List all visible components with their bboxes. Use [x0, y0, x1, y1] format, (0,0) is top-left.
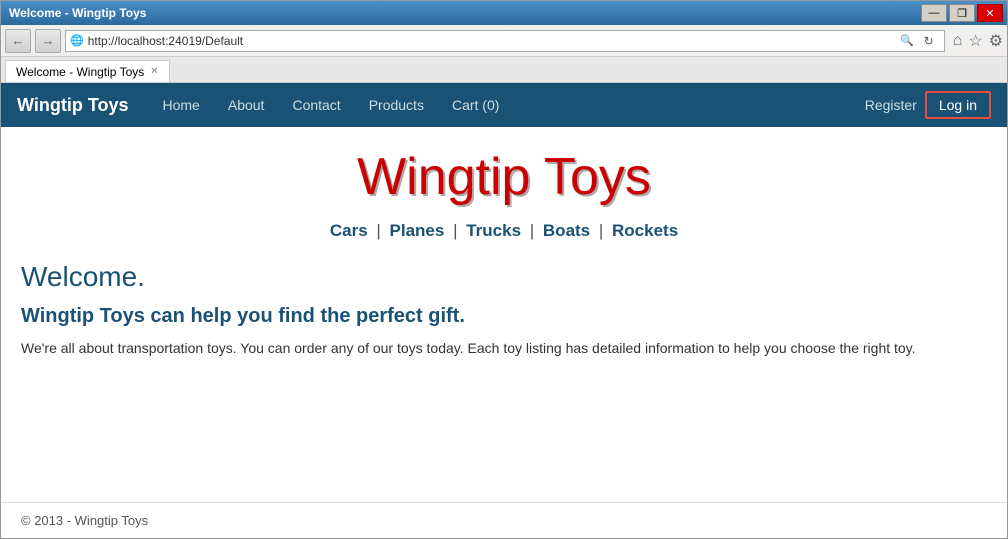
- cat-trucks[interactable]: Trucks: [466, 221, 521, 240]
- nav-about[interactable]: About: [214, 97, 279, 113]
- cat-cars[interactable]: Cars: [330, 221, 368, 240]
- nav-right: Register Log in: [865, 91, 991, 119]
- restore-button[interactable]: ❐: [949, 4, 975, 22]
- browser-window: Welcome - Wingtip Toys — ❐ ✕ ← → 🌐 http:…: [0, 0, 1008, 539]
- footer-text: © 2013 - Wingtip Toys: [21, 513, 148, 528]
- settings-icon[interactable]: ⚙: [989, 31, 1003, 51]
- browser-content: Wingtip Toys Home About Contact Products…: [1, 83, 1007, 538]
- cat-rockets[interactable]: Rockets: [612, 221, 678, 240]
- browser-toolbar: ← → 🌐 http://localhost:24019/Default 🔍 ↻…: [1, 25, 1007, 57]
- back-button[interactable]: ←: [5, 29, 31, 53]
- nav-links: Home About Contact Products Cart (0): [149, 97, 865, 113]
- cat-boats[interactable]: Boats: [543, 221, 590, 240]
- sep-4: |: [594, 221, 603, 240]
- window-title: Welcome - Wingtip Toys: [9, 6, 146, 20]
- login-button[interactable]: Log in: [925, 91, 991, 119]
- search-icon: 🔍: [900, 34, 914, 47]
- cat-planes[interactable]: Planes: [390, 221, 445, 240]
- site-footer: © 2013 - Wingtip Toys: [1, 502, 1007, 538]
- page-icon: 🌐: [70, 34, 84, 47]
- tab-title: Welcome - Wingtip Toys: [16, 65, 144, 79]
- tab-close-icon[interactable]: ✕: [150, 66, 158, 77]
- site-navbar: Wingtip Toys Home About Contact Products…: [1, 83, 1007, 127]
- browser-icon-group: ⌂ ☆ ⚙: [953, 31, 1003, 51]
- welcome-heading: Welcome.: [21, 261, 987, 293]
- register-link[interactable]: Register: [865, 97, 917, 113]
- site-main: Wingtip Toys Cars | Planes | Trucks | Bo…: [1, 127, 1007, 502]
- sep-1: |: [372, 221, 381, 240]
- forward-button[interactable]: →: [35, 29, 61, 53]
- sep-2: |: [448, 221, 457, 240]
- nav-products[interactable]: Products: [355, 97, 438, 113]
- home-icon[interactable]: ⌂: [953, 32, 963, 50]
- refresh-button[interactable]: ↻: [918, 30, 940, 52]
- welcome-body: We're all about transportation toys. You…: [21, 338, 921, 359]
- window-controls: — ❐ ✕: [921, 4, 1003, 22]
- address-bar[interactable]: 🌐 http://localhost:24019/Default 🔍 ↻: [65, 30, 945, 52]
- nav-contact[interactable]: Contact: [278, 97, 354, 113]
- active-tab[interactable]: Welcome - Wingtip Toys ✕: [5, 60, 170, 82]
- nav-home[interactable]: Home: [149, 97, 214, 113]
- nav-cart[interactable]: Cart (0): [438, 97, 513, 113]
- title-bar: Welcome - Wingtip Toys — ❐ ✕: [1, 1, 1007, 25]
- site-logo: Wingtip Toys: [21, 147, 987, 207]
- star-icon[interactable]: ☆: [968, 31, 982, 51]
- minimize-button[interactable]: —: [921, 4, 947, 22]
- welcome-subheading: Wingtip Toys can help you find the perfe…: [21, 305, 987, 328]
- close-button[interactable]: ✕: [977, 4, 1003, 22]
- category-links: Cars | Planes | Trucks | Boats | Rockets: [21, 221, 987, 241]
- site-brand[interactable]: Wingtip Toys: [17, 95, 129, 116]
- logo-text: Wingtip Toys: [357, 147, 651, 207]
- tab-bar: Welcome - Wingtip Toys ✕: [1, 57, 1007, 83]
- sep-3: |: [525, 221, 534, 240]
- url-text: http://localhost:24019/Default: [88, 34, 896, 48]
